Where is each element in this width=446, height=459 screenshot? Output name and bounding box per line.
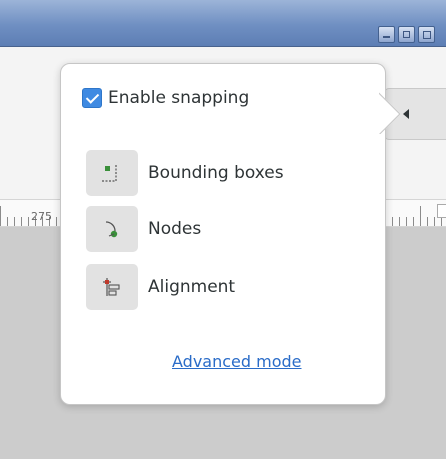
snap-option-alignment[interactable]: Alignment [86, 264, 235, 310]
snap-option-nodes[interactable]: Nodes [86, 206, 201, 252]
enable-snapping-checkbox[interactable] [82, 88, 102, 108]
minimize-button[interactable] [378, 26, 395, 43]
alignment-label: Alignment [148, 277, 236, 297]
ruler-end-button[interactable] [437, 204, 446, 218]
snap-option-bounding-boxes[interactable]: Bounding boxes [86, 150, 284, 196]
maximize-button[interactable] [398, 26, 415, 43]
popover-pointer [379, 92, 409, 134]
bounding-box-snap-icon[interactable] [86, 150, 138, 196]
bounding-boxes-label: Bounding boxes [148, 163, 284, 183]
enable-snapping-checkbox-row[interactable]: Enable snapping [82, 85, 249, 111]
window-titlebar [0, 0, 446, 47]
node-snap-icon[interactable] [86, 206, 138, 252]
alignment-snap-icon[interactable] [86, 264, 138, 310]
close-button[interactable] [418, 26, 435, 43]
advanced-mode-link[interactable]: Advanced mode [172, 352, 302, 371]
ruler-tick-label: 275 [31, 210, 52, 223]
enable-snapping-label: Enable snapping [108, 88, 250, 108]
nodes-label: Nodes [148, 219, 202, 239]
